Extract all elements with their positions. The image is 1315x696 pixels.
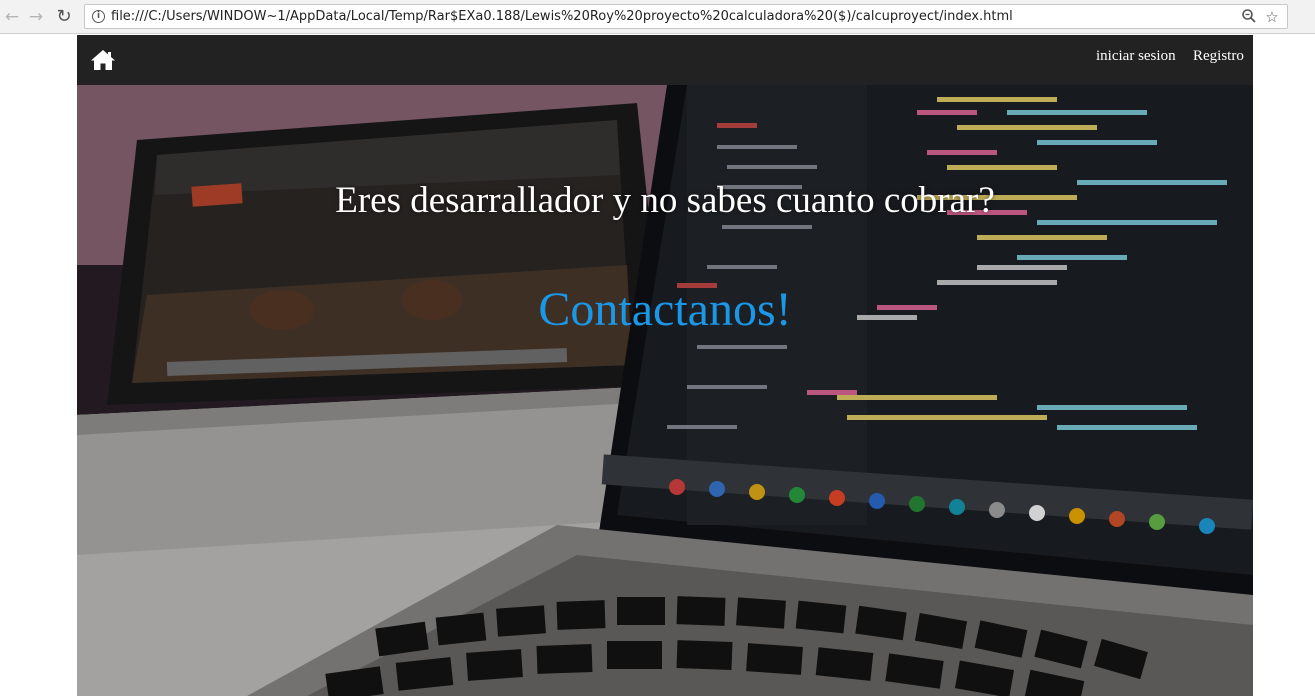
- bookmark-star-icon[interactable]: ☆: [1263, 8, 1281, 26]
- zoom-icon[interactable]: [1240, 8, 1258, 26]
- url-text[interactable]: file:///C:/Users/WINDOW~1/AppData/Local/…: [111, 8, 1013, 25]
- forward-arrow-icon[interactable]: →: [26, 7, 46, 27]
- address-bar[interactable]: i file:///C:/Users/WINDOW~1/AppData/Loca…: [84, 4, 1288, 29]
- nav-link-iniciar-sesion[interactable]: iniciar sesion: [1096, 47, 1176, 65]
- back-arrow-icon[interactable]: ←: [2, 7, 22, 27]
- hero-title: Eres desarrallador y no sabes cuanto cob…: [335, 180, 995, 221]
- top-navbar: iniciar sesion Registro: [77, 35, 1253, 85]
- home-icon[interactable]: [90, 49, 116, 71]
- nav-link-registro[interactable]: Registro: [1193, 47, 1244, 65]
- contact-link[interactable]: Contactanos!: [77, 283, 1253, 337]
- hero-section: Eres desarrallador y no sabes cuanto cob…: [77, 85, 1253, 696]
- hero-background-photo: [77, 85, 1253, 696]
- reload-icon[interactable]: ↻: [54, 7, 74, 27]
- info-icon[interactable]: i: [92, 10, 105, 23]
- browser-toolbar: ← → ↻ i file:///C:/Users/WINDOW~1/AppDat…: [0, 0, 1315, 34]
- page-viewport: iniciar sesion Registro Eres desarrallad…: [77, 35, 1253, 696]
